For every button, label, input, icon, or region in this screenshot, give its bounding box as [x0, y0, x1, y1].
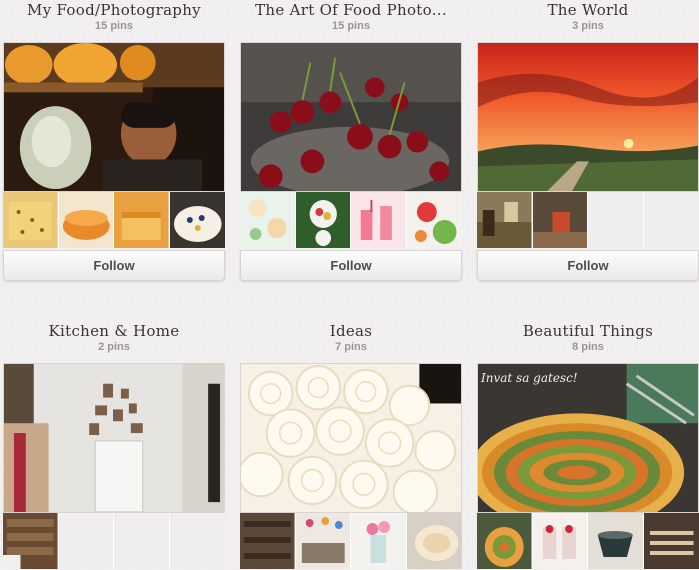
board-pin-count: 3 pins — [572, 20, 604, 32]
thumbnail-image[interactable] — [351, 513, 407, 569]
thumbnail-empty — [643, 192, 699, 248]
board-thumbnails — [240, 192, 462, 248]
board-title[interactable]: Ideas — [220, 322, 482, 340]
thumbnail-image[interactable] — [406, 192, 462, 248]
follow-button[interactable]: Follow — [3, 250, 225, 281]
thumbnail-image[interactable] — [295, 513, 351, 569]
board-thumbnails — [3, 513, 225, 569]
board-cover-image[interactable] — [240, 42, 462, 192]
thumbnail-image[interactable] — [58, 192, 114, 248]
thumbnail-image[interactable] — [643, 513, 699, 569]
thumbnail-empty — [114, 513, 170, 569]
thumbnail-image[interactable] — [3, 192, 59, 248]
thumbnail-image[interactable] — [351, 192, 407, 248]
thumbnail-image[interactable] — [240, 192, 296, 248]
board-cover-image[interactable] — [3, 42, 225, 192]
board-title[interactable]: Beautiful Things — [457, 322, 699, 340]
board-thumbnails — [477, 513, 699, 569]
thumbnail-image[interactable] — [240, 513, 296, 569]
thumbnail-empty — [169, 513, 225, 569]
follow-button[interactable]: Follow — [477, 250, 699, 281]
thumbnail-empty — [588, 192, 644, 248]
thumbnail-image[interactable] — [477, 192, 533, 248]
thumbnail-image[interactable] — [532, 513, 588, 569]
thumbnail-image[interactable] — [532, 192, 588, 248]
cover-caption: Invat sa gatesc! — [481, 371, 578, 385]
board-title[interactable]: The World — [457, 1, 699, 19]
board-title[interactable]: My Food/Photography — [0, 1, 245, 19]
thumbnail-image[interactable] — [477, 513, 533, 569]
thumbnail-image[interactable] — [169, 192, 225, 248]
board-pin-count: 15 pins — [332, 20, 370, 32]
thumbnail-empty — [58, 513, 114, 569]
board-cover-image[interactable]: Invat sa gatesc! — [477, 363, 699, 513]
board-cover-image[interactable] — [240, 363, 462, 513]
board-pin-count: 7 pins — [335, 341, 367, 353]
board-pin-count: 8 pins — [572, 341, 604, 353]
board-cover-image[interactable] — [3, 363, 225, 513]
thumbnail-image[interactable] — [3, 513, 59, 569]
board-thumbnails — [477, 192, 699, 248]
thumbnail-image[interactable] — [588, 513, 644, 569]
thumbnail-image[interactable] — [406, 513, 462, 569]
board-cover-image[interactable] — [477, 42, 699, 192]
thumbnail-image[interactable] — [114, 192, 170, 248]
board-thumbnails — [3, 192, 225, 248]
board-title[interactable]: The Art Of Food Photo... — [220, 1, 482, 19]
thumbnail-image[interactable] — [295, 192, 351, 248]
board-thumbnails — [240, 513, 462, 569]
board-pin-count: 2 pins — [98, 341, 130, 353]
board-pin-count: 15 pins — [95, 20, 133, 32]
board-title[interactable]: Kitchen & Home — [0, 322, 245, 340]
follow-button[interactable]: Follow — [240, 250, 462, 281]
